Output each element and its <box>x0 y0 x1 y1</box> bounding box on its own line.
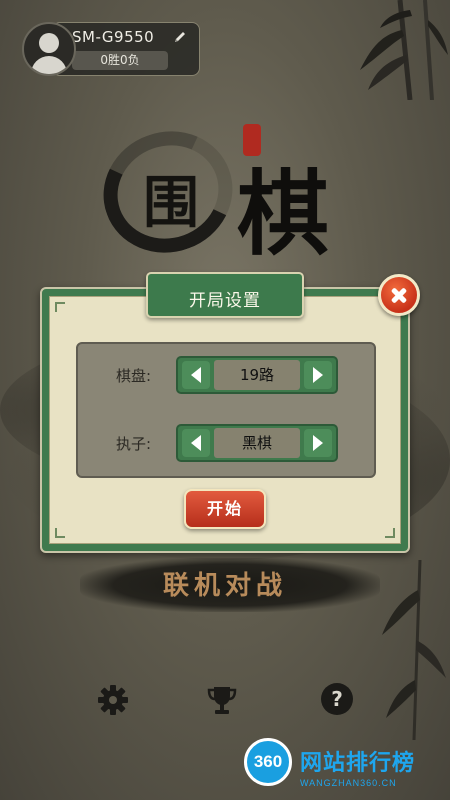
board-size-label: 棋盘: <box>116 367 152 385</box>
corner-ornament <box>385 528 395 538</box>
board-size-prev-button[interactable] <box>182 361 210 389</box>
corner-ornament <box>55 302 65 312</box>
arrow-left-icon <box>191 435 201 451</box>
logo-char-qi: 棋 <box>237 160 330 268</box>
trophy-icon[interactable] <box>205 683 239 717</box>
online-battle-button[interactable]: 联机对战 <box>80 565 370 602</box>
player-profile[interactable]: SM-G9550 0胜0负 <box>22 22 200 76</box>
watermark-url: WANGZHAN360.CN <box>300 778 397 788</box>
start-game-button[interactable]: 开始 <box>184 489 266 529</box>
gear-icon[interactable] <box>96 683 130 717</box>
help-glyph: ? <box>321 683 353 715</box>
avatar-head <box>39 33 59 53</box>
stone-color-value: 黑棋 <box>214 428 300 458</box>
watermark-360-logo: 360 <box>244 738 292 786</box>
board-size-stepper: 19路 <box>176 356 338 394</box>
win-loss-record: 0胜0负 <box>72 51 168 70</box>
avatar[interactable] <box>22 22 76 76</box>
close-dialog-button[interactable] <box>378 274 420 316</box>
arrow-left-icon <box>191 367 201 383</box>
dialog-title: 开局设置 <box>189 291 261 311</box>
bamboo-decoration-bottom <box>382 560 446 740</box>
stone-color-prev-button[interactable] <box>182 429 210 457</box>
avatar-body <box>31 56 67 74</box>
board-size-value: 19路 <box>214 360 300 390</box>
stone-color-stepper: 黑棋 <box>176 424 338 462</box>
bamboo-decoration-top <box>360 0 448 100</box>
help-icon[interactable]: ? <box>321 683 355 717</box>
arrow-right-icon <box>313 435 323 451</box>
stone-color-next-button[interactable] <box>304 429 332 457</box>
arrow-right-icon <box>313 367 323 383</box>
logo-char-wei: 围 <box>143 170 199 236</box>
edit-name-icon[interactable] <box>172 29 188 45</box>
player-name: SM-G9550 <box>72 28 155 46</box>
stone-color-label: 执子: <box>116 435 152 453</box>
corner-ornament <box>55 528 65 538</box>
watermark-title: 网站排行榜 <box>300 751 416 776</box>
game-logo: 围 棋 <box>86 110 355 271</box>
dialog-title-plate: 开局设置 <box>146 272 304 318</box>
board-size-next-button[interactable] <box>304 361 332 389</box>
